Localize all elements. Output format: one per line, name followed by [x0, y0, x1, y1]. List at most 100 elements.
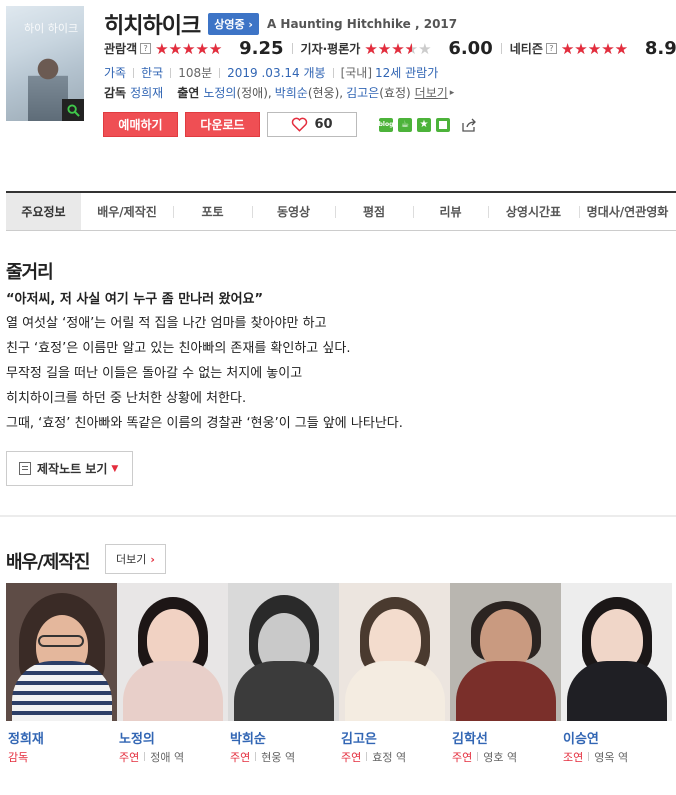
actor-link[interactable]: 김고은: [346, 84, 379, 101]
actor-link[interactable]: 박희순: [275, 84, 308, 101]
cast-name[interactable]: 박희순: [228, 728, 339, 747]
cast-role: 주연 정애 역: [119, 751, 185, 764]
cast-photo[interactable]: [6, 583, 117, 721]
ratings-row: 관람객 ? ★★★★★★★★★★ 9.25 기자·평론가 ★★★★★★★★★★ …: [104, 38, 676, 59]
tab-video[interactable]: 동영상: [252, 193, 335, 230]
status-badge[interactable]: 상영중 ›: [208, 13, 259, 35]
divider: [500, 43, 502, 54]
actor-role: (현웅),: [307, 86, 344, 100]
divider: [332, 67, 334, 78]
caret-down-icon: ▼: [111, 463, 119, 474]
cast-card[interactable]: 김고은 주연 효정 역: [339, 583, 450, 765]
share-icons: blog ☕ ★: [379, 117, 477, 132]
tab-main-info[interactable]: 주요정보: [6, 193, 81, 230]
cast-name[interactable]: 이승연: [561, 728, 672, 747]
synopsis-heading: 줄거리: [6, 262, 54, 283]
director-link[interactable]: 정희재: [130, 84, 163, 101]
synopsis-line: 그때, ‘효정’ 친아빠와 똑같은 이름의 경찰관 ‘현웅’이 그들 앞에 나타…: [6, 416, 403, 431]
cast-photo[interactable]: [450, 583, 561, 721]
director-label: 감독: [104, 86, 127, 100]
bookmark-share-icon[interactable]: ★: [417, 117, 431, 132]
credits-more-link[interactable]: 더보기: [415, 84, 448, 101]
actor-link[interactable]: 노정의: [203, 84, 236, 101]
synopsis-quote: “아저씨, 저 사실 여기 누구 좀 만나러 왔어요”: [6, 292, 264, 307]
rating-label-critics: 기자·평론가: [300, 42, 361, 56]
movie-english-title: A Haunting Hitchhike , 2017: [266, 17, 458, 31]
cast-photo[interactable]: [561, 583, 672, 721]
genre-link[interactable]: 가족: [104, 64, 126, 81]
zoom-icon[interactable]: [62, 99, 84, 121]
actor-role: (효정): [379, 86, 411, 100]
movie-title[interactable]: 히치하이크: [104, 8, 201, 40]
rating-score-audience: 9.25: [239, 38, 284, 59]
cast-list: 정희재 감독 노정의 주연 정애 역 박희순 주연 현웅 역 김고은 주연 효정 역: [6, 583, 672, 765]
age-rating-link[interactable]: 12세 관람가: [375, 64, 438, 81]
movie-info-row: 가족 한국 108분 2019 .03.14 개봉 [국내] 12세 관람가: [104, 64, 438, 81]
cast-name[interactable]: 김학선: [450, 728, 561, 747]
poster-title-art: 하이 하이크: [24, 22, 79, 35]
help-icon[interactable]: ?: [545, 43, 557, 54]
cast-photo[interactable]: [339, 583, 450, 721]
rating-score-netizen: 8.93: [644, 38, 676, 59]
cast-role: 감독: [8, 751, 29, 764]
caret-right-icon: ▸: [449, 87, 455, 98]
movie-tabs: 주요정보 배우/제작진 포토 동영상 평점 리뷰 상영시간표 명대사/연관영화: [6, 191, 676, 231]
tab-reviews[interactable]: 리뷰: [413, 193, 488, 230]
like-count: 60: [314, 117, 333, 132]
star-rating-netizen: ★★★★★ ★★★★★: [560, 39, 629, 58]
rating-score-critics: 6.00: [448, 38, 493, 59]
cast-photo[interactable]: [228, 583, 339, 721]
tab-quotes-related[interactable]: 명대사/연관영화: [579, 193, 676, 230]
cast-heading: 배우/제작진: [6, 552, 90, 573]
cast-more-label: 더보기: [116, 553, 147, 566]
cast-photo[interactable]: [117, 583, 228, 721]
runtime: 108분: [178, 66, 213, 80]
star-rating-critics: ★★★★★★★★★★: [364, 39, 432, 58]
cast-role: 주연 현웅 역: [230, 751, 296, 764]
cast-name[interactable]: 노정의: [117, 728, 228, 747]
cast-card[interactable]: 김학선 주연 영호 역: [450, 583, 561, 765]
chevron-right-icon: ›: [150, 552, 155, 566]
download-button[interactable]: 다운로드: [185, 112, 260, 137]
tab-showtimes[interactable]: 상영시간표: [488, 193, 579, 230]
cast-card[interactable]: 노정의 주연 정애 역: [117, 583, 228, 765]
divider: [170, 67, 172, 78]
synopsis-line: 히치하이크를 하던 중 난처한 상황에 처한다.: [6, 391, 247, 406]
credits-row: 감독 정희재 출연 노정의 (정애), 박희순 (현웅), 김고은 (효정) 더…: [104, 84, 454, 101]
document-icon: [19, 462, 31, 475]
cast-card[interactable]: 정희재 감독: [6, 583, 117, 765]
memo-share-icon[interactable]: [436, 117, 450, 132]
release-date[interactable]: 2019 .03.14 개봉: [227, 64, 325, 81]
divider: [219, 67, 221, 78]
blog-share-icon[interactable]: blog: [379, 117, 393, 132]
cast-role: 조연 영옥 역: [563, 751, 629, 764]
divider: [133, 67, 135, 78]
reserve-button[interactable]: 예매하기: [103, 112, 178, 137]
tab-ratings[interactable]: 평점: [335, 193, 413, 230]
production-note-button[interactable]: 제작노트 보기 ▼: [6, 451, 133, 486]
movie-poster[interactable]: 하이 하이크: [6, 6, 84, 121]
heart-icon: [292, 117, 308, 132]
cast-card[interactable]: 박희순 주연 현웅 역: [228, 583, 339, 765]
cast-label: 출연: [177, 86, 200, 100]
title-row: 히치하이크 상영중 › A Haunting Hitchhike , 2017: [104, 8, 457, 40]
tab-photo[interactable]: 포토: [173, 193, 252, 230]
synopsis-text: “아저씨, 저 사실 여기 누구 좀 만나러 왔어요” 열 여섯살 ‘정애’는 …: [6, 289, 666, 436]
cafe-share-icon[interactable]: ☕: [398, 117, 412, 132]
tab-cast[interactable]: 배우/제작진: [81, 193, 173, 230]
section-divider: [0, 515, 676, 517]
cast-name[interactable]: 김고은: [339, 728, 450, 747]
production-note-label: 제작노트 보기: [37, 462, 108, 476]
cast-card[interactable]: 이승연 조연 영옥 역: [561, 583, 672, 765]
like-button[interactable]: 60: [267, 112, 357, 137]
synopsis-line: 무작정 길을 떠난 이들은 돌아갈 수 없는 처지에 놓이고: [6, 366, 303, 381]
cast-name[interactable]: 정희재: [6, 728, 117, 747]
actor-role: (정애),: [236, 86, 272, 100]
cast-role: 주연 효정 역: [341, 751, 407, 764]
country-link[interactable]: 한국: [141, 64, 163, 81]
share-icon[interactable]: [461, 118, 477, 132]
star-rating-audience: ★★★★★ ★★★★★: [155, 39, 223, 58]
help-icon[interactable]: ?: [140, 43, 152, 54]
cast-more-button[interactable]: 더보기 ›: [105, 544, 166, 574]
action-buttons: 예매하기 다운로드 60 blog ☕ ★: [103, 112, 477, 137]
